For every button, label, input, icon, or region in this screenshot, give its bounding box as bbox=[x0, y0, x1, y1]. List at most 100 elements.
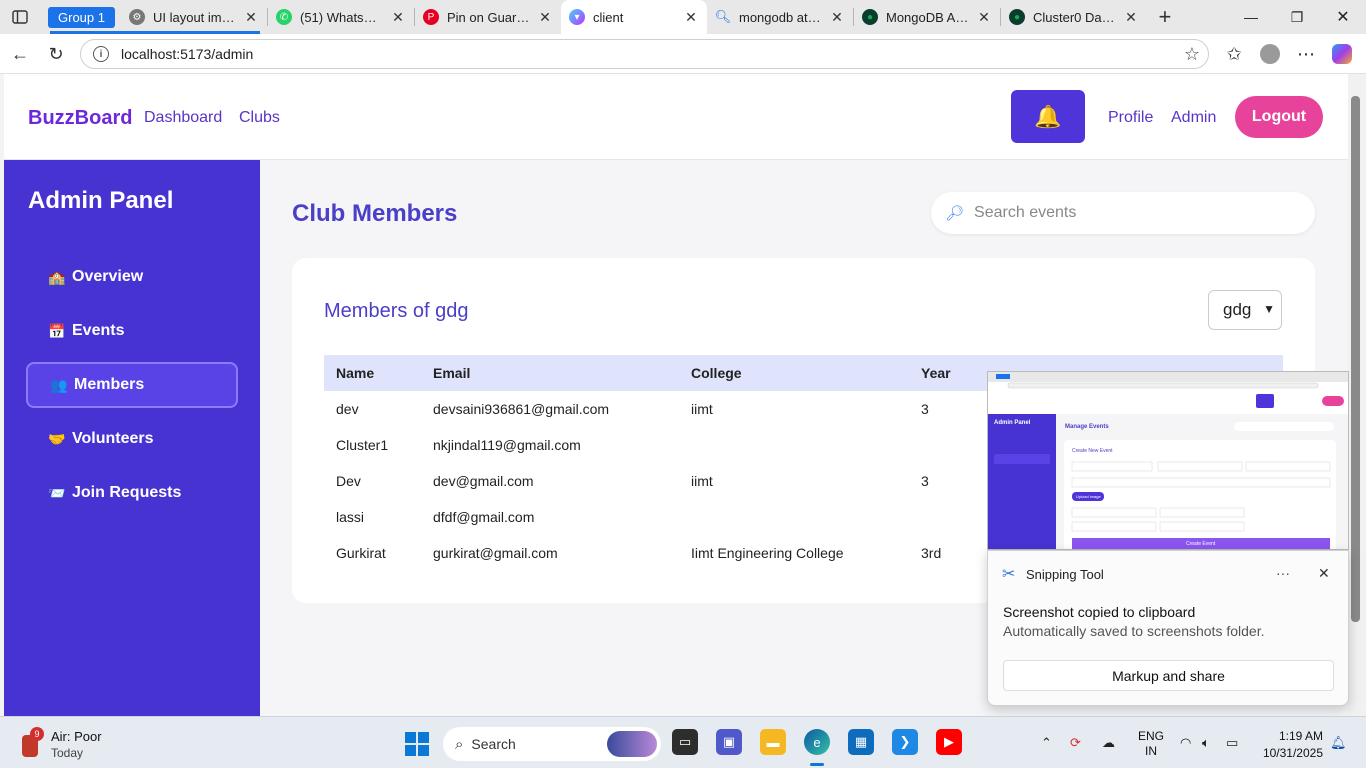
sidebar-item-label: Events bbox=[72, 322, 125, 339]
brand-logo[interactable]: BuzzBoard bbox=[28, 107, 132, 130]
close-icon[interactable]: ✕ bbox=[1123, 9, 1139, 26]
favorites-icon[interactable]: ✩ bbox=[1220, 40, 1248, 68]
markup-and-share-button[interactable]: Markup and share bbox=[1003, 660, 1334, 691]
teams-icon[interactable]: ▣ bbox=[716, 729, 742, 755]
notification-bell-icon[interactable]: 🔔︎ bbox=[1330, 735, 1347, 751]
search-icon: 🔍︎ bbox=[714, 9, 732, 24]
club-select[interactable]: gdg ▼ bbox=[1208, 290, 1282, 330]
close-window-icon[interactable]: ✕ bbox=[1320, 0, 1366, 34]
sidebar-item-overview[interactable]: 🏫 Overview bbox=[26, 254, 238, 300]
task-view-icon[interactable]: ▭ bbox=[672, 729, 698, 755]
sidebar-item-label: Members bbox=[74, 376, 145, 393]
tab-title: UI layout improv bbox=[152, 9, 237, 25]
battery-icon[interactable]: ▭ bbox=[1226, 735, 1238, 751]
taskbar-search[interactable]: ⌕ Search bbox=[443, 727, 661, 761]
search-box[interactable]: 🔎︎ bbox=[931, 192, 1315, 234]
tab-ui-layout[interactable]: ⚙ UI layout improv ✕ bbox=[121, 0, 267, 34]
tab-pinterest[interactable]: P Pin on Guardado ✕ bbox=[415, 0, 561, 34]
site-info-icon[interactable]: i bbox=[93, 46, 109, 62]
tab-mongodb-search[interactable]: 🔍︎ mongodb atlas ✕ bbox=[707, 0, 853, 34]
screenshot-thumbnail[interactable]: Manage Events Admin Panel Create New Eve… bbox=[987, 371, 1349, 550]
more-options-icon[interactable]: ··· bbox=[1276, 565, 1290, 581]
tab-cluster0[interactable]: ● Cluster0 Data | C ✕ bbox=[1001, 0, 1147, 34]
wifi-icon[interactable]: ◠ bbox=[1180, 735, 1191, 751]
copilot-icon[interactable] bbox=[1328, 40, 1356, 68]
windows-start-icon[interactable] bbox=[405, 732, 429, 756]
sync-icon[interactable]: ⟳ bbox=[1070, 735, 1081, 751]
gear-icon: ⚙ bbox=[128, 9, 145, 25]
admin-sidebar: Admin Panel 🏫 Overview 📅 Events 👥 Member… bbox=[4, 160, 260, 716]
restore-icon[interactable]: ❐ bbox=[1274, 0, 1320, 34]
sidebar-item-members[interactable]: 👥 Members bbox=[26, 362, 238, 408]
edge-browser-icon[interactable]: e bbox=[804, 729, 830, 755]
cell-name: lassi bbox=[336, 509, 365, 525]
tab-actions-icon[interactable] bbox=[0, 0, 40, 34]
notifications-button[interactable]: 🔔 bbox=[1011, 90, 1085, 143]
new-tab-button[interactable]: + bbox=[1147, 0, 1183, 34]
search-input[interactable] bbox=[974, 204, 1295, 222]
search-icon: ⌕ bbox=[455, 735, 464, 753]
tab-whatsapp[interactable]: ✆ (51) WhatsApp ✕ bbox=[268, 0, 414, 34]
thumbnail-create-label: Create Event bbox=[1186, 541, 1216, 547]
weather-badge: 9 bbox=[30, 727, 44, 741]
vite-icon: ▾ bbox=[568, 9, 585, 25]
clock-date[interactable]: 10/31/2025 bbox=[1263, 746, 1323, 760]
logout-button[interactable]: Logout bbox=[1235, 96, 1323, 138]
scrollbar-thumb[interactable] bbox=[1351, 96, 1360, 622]
cell-email: gurkirat@gmail.com bbox=[433, 545, 558, 561]
reload-icon[interactable]: ↻ bbox=[42, 40, 70, 68]
tab-mongodb-atlas[interactable]: ● MongoDB Atlas ✕ bbox=[854, 0, 1000, 34]
volume-icon[interactable]: 🔈︎ bbox=[1202, 735, 1210, 751]
close-icon[interactable]: ✕ bbox=[1318, 565, 1330, 582]
mongodb-leaf-icon: ● bbox=[861, 9, 878, 25]
cell-email: nkjindal119@gmail.com bbox=[433, 437, 581, 453]
column-header-email: Email bbox=[433, 365, 471, 381]
thumbnail-form-title: Create New Event bbox=[1072, 448, 1113, 454]
region-code: IN bbox=[1145, 744, 1157, 758]
sidebar-item-join-requests[interactable]: 📨 Join Requests bbox=[26, 470, 238, 516]
clock-time[interactable]: 1:19 AM bbox=[1279, 729, 1323, 743]
cell-year: 3 bbox=[921, 473, 929, 489]
handshake-icon: 🤝 bbox=[48, 430, 66, 447]
taskbar-search-label: Search bbox=[471, 736, 516, 752]
bookmark-star-icon[interactable]: ☆ bbox=[1184, 44, 1200, 65]
more-menu-icon[interactable]: ⋯ bbox=[1292, 40, 1320, 68]
close-icon[interactable]: ✕ bbox=[683, 9, 699, 26]
windows-taskbar: 9 Air: Poor Today ⌕ Search ▭ ▣ ▬ e ▦ ❯ ▶… bbox=[0, 716, 1366, 768]
tab-client[interactable]: ▾ client ✕ bbox=[560, 0, 707, 34]
tab-title: Pin on Guardado bbox=[446, 9, 531, 25]
nav-dashboard-link[interactable]: Dashboard bbox=[144, 109, 222, 127]
close-icon[interactable]: ✕ bbox=[390, 9, 406, 26]
thumbnail-page-title: Manage Events bbox=[1065, 424, 1109, 430]
nav-clubs-link[interactable]: Clubs bbox=[239, 109, 280, 127]
chevron-up-icon[interactable]: ⌃ bbox=[1041, 735, 1052, 751]
column-header-name: Name bbox=[336, 365, 375, 381]
close-icon[interactable]: ✕ bbox=[976, 9, 992, 26]
address-bar[interactable]: i localhost:5173/admin ☆ bbox=[80, 39, 1209, 69]
cell-college: iimt bbox=[691, 473, 713, 489]
close-icon[interactable]: ✕ bbox=[243, 9, 259, 26]
column-header-year: Year bbox=[921, 365, 951, 381]
profile-avatar-icon[interactable] bbox=[1256, 40, 1284, 68]
language-code: ENG bbox=[1138, 729, 1165, 743]
close-icon[interactable]: ✕ bbox=[537, 9, 553, 26]
cell-name: Dev bbox=[336, 473, 361, 489]
minimize-icon[interactable]: — bbox=[1228, 0, 1274, 34]
pinterest-icon: P bbox=[422, 9, 439, 25]
vscode-icon[interactable]: ❯ bbox=[892, 729, 918, 755]
sidebar-item-events[interactable]: 📅 Events bbox=[26, 308, 238, 354]
chevron-down-icon: ▼ bbox=[1263, 302, 1275, 316]
file-explorer-icon[interactable]: ▬ bbox=[760, 729, 786, 755]
sidebar-item-volunteers[interactable]: 🤝 Volunteers bbox=[26, 416, 238, 462]
youtube-icon[interactable]: ▶ bbox=[936, 729, 962, 755]
close-icon[interactable]: ✕ bbox=[829, 9, 845, 26]
store-icon[interactable]: ▦ bbox=[848, 729, 874, 755]
nav-admin-link[interactable]: Admin bbox=[1171, 109, 1216, 127]
tab-group-chip[interactable]: Group 1 bbox=[48, 6, 115, 28]
back-arrow-icon[interactable]: ← bbox=[6, 40, 34, 68]
club-select-value: gdg bbox=[1223, 300, 1252, 319]
snipping-tool-notification: ✂ Snipping Tool ··· ✕ Screenshot copied … bbox=[987, 550, 1349, 706]
cloud-icon[interactable]: ☁ bbox=[1102, 735, 1115, 751]
language-indicator[interactable]: ENG IN bbox=[1138, 729, 1164, 759]
nav-profile-link[interactable]: Profile bbox=[1108, 109, 1153, 127]
